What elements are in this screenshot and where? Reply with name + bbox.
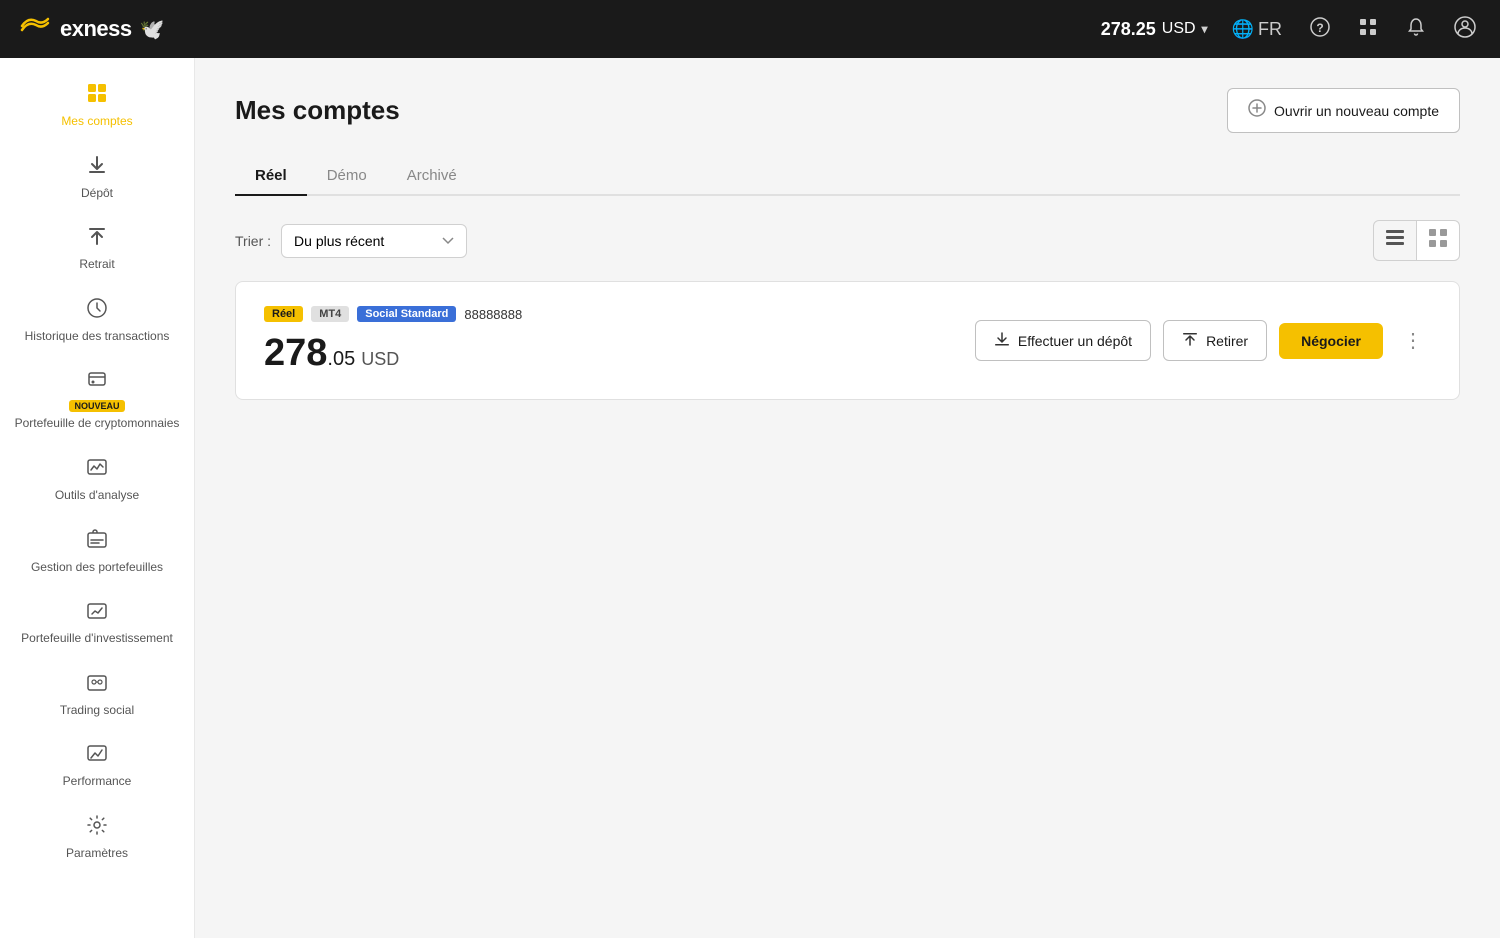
- tabs-bar: Réel Démo Archivé: [235, 157, 1460, 196]
- toolbar: Trier : Du plus récent Du plus ancien Ba…: [235, 220, 1460, 261]
- main-content: Mes comptes Ouvrir un nouveau compte Rée…: [195, 58, 1500, 938]
- parametres-icon: [86, 814, 108, 842]
- lang-label: FR: [1258, 19, 1282, 40]
- sidebar-item-trading-social[interactable]: Trading social: [0, 659, 194, 731]
- main-layout: Mes comptes Dépôt Retrait: [0, 58, 1500, 938]
- sidebar-item-retrait[interactable]: Retrait: [0, 213, 194, 285]
- logo-icon: [20, 15, 52, 43]
- header-right: 278.25 USD ▾ 🌐 FR ?: [1101, 12, 1480, 47]
- grid-view-button[interactable]: [1417, 220, 1460, 261]
- view-toggle: [1373, 220, 1460, 261]
- sidebar-item-investissement[interactable]: Portefeuille d'investissement: [0, 587, 194, 659]
- sidebar-item-parametres[interactable]: Paramètres: [0, 802, 194, 874]
- sidebar: Mes comptes Dépôt Retrait: [0, 58, 195, 938]
- open-account-button[interactable]: Ouvrir un nouveau compte: [1227, 88, 1460, 133]
- sidebar-item-performance[interactable]: Performance: [0, 730, 194, 802]
- list-view-button[interactable]: [1373, 220, 1417, 261]
- trading-social-icon: [86, 671, 108, 699]
- more-dots-icon: ⋮: [1403, 330, 1423, 352]
- bell-icon: [1406, 17, 1426, 42]
- more-options-button[interactable]: ⋮: [1395, 324, 1431, 357]
- mes-comptes-icon: [86, 82, 108, 110]
- deposit-button[interactable]: Effectuer un dépôt: [975, 320, 1151, 361]
- trade-button[interactable]: Négocier: [1279, 323, 1383, 359]
- new-badge: NOUVEAU: [69, 400, 124, 412]
- header-balance[interactable]: 278.25 USD ▾: [1101, 19, 1208, 40]
- notifications-button[interactable]: [1402, 13, 1430, 46]
- deposit-icon: [994, 331, 1010, 350]
- logo-bird-icon: 🕊️: [140, 17, 165, 42]
- tab-reel[interactable]: Réel: [235, 157, 307, 196]
- help-icon: ?: [1310, 17, 1330, 42]
- account-actions: Effectuer un dépôt Retirer Négocier ⋮: [975, 320, 1431, 361]
- sidebar-label-performance: Performance: [63, 774, 132, 790]
- page-title: Mes comptes: [235, 95, 400, 126]
- performance-icon: [86, 742, 108, 770]
- list-icon: [1386, 233, 1404, 250]
- sidebar-item-mes-comptes[interactable]: Mes comptes: [0, 70, 194, 142]
- profile-button[interactable]: [1450, 12, 1480, 47]
- balance-main: 278: [264, 332, 327, 375]
- withdraw-icon: [1182, 331, 1198, 350]
- trade-label: Négocier: [1301, 333, 1361, 349]
- balance-cents: .05: [327, 348, 355, 371]
- sidebar-label-parametres: Paramètres: [66, 846, 128, 862]
- crypto-icon: [86, 368, 108, 396]
- historique-icon: [86, 297, 108, 325]
- depot-icon: [86, 154, 108, 182]
- sidebar-item-outils[interactable]: Outils d'analyse: [0, 444, 194, 516]
- page-header: Mes comptes Ouvrir un nouveau compte: [235, 88, 1460, 133]
- account-left: Réel MT4 Social Standard 88888888 278 .0…: [264, 306, 522, 375]
- balance-chevron-icon: ▾: [1202, 22, 1208, 36]
- sidebar-label-mes-comptes: Mes comptes: [61, 114, 132, 130]
- header: exness 🕊️ 278.25 USD ▾ 🌐 FR ?: [0, 0, 1500, 58]
- globe-icon: 🌐: [1232, 19, 1254, 40]
- logo-area: exness 🕊️: [20, 15, 165, 43]
- svg-text:?: ?: [1316, 21, 1323, 35]
- account-card: Réel MT4 Social Standard 88888888 278 .0…: [235, 281, 1460, 400]
- withdraw-button[interactable]: Retirer: [1163, 320, 1267, 361]
- tab-archive[interactable]: Archivé: [387, 157, 477, 196]
- user-icon: [1454, 16, 1476, 43]
- account-balance: 278 .05 USD: [264, 332, 522, 375]
- gestion-icon: [86, 528, 108, 556]
- sidebar-label-crypto: Portefeuille de cryptomonnaies: [15, 416, 180, 432]
- sidebar-item-depot[interactable]: Dépôt: [0, 142, 194, 214]
- sort-area: Trier : Du plus récent Du plus ancien Ba…: [235, 224, 467, 258]
- sort-select[interactable]: Du plus récent Du plus ancien Balance (c…: [281, 224, 467, 258]
- withdraw-label: Retirer: [1206, 333, 1248, 349]
- plus-icon: [1248, 99, 1266, 122]
- sidebar-label-trading-social: Trading social: [60, 703, 134, 719]
- sidebar-item-historique[interactable]: Historique des transactions: [0, 285, 194, 357]
- tab-demo[interactable]: Démo: [307, 157, 387, 196]
- help-button[interactable]: ?: [1306, 13, 1334, 46]
- sidebar-label-outils: Outils d'analyse: [55, 488, 139, 504]
- grid-icon: [1429, 234, 1447, 251]
- globe-button[interactable]: 🌐 FR: [1228, 15, 1286, 44]
- sort-label: Trier :: [235, 233, 271, 249]
- outils-icon: [86, 456, 108, 484]
- tag-social-standard: Social Standard: [357, 306, 456, 322]
- logo-text: exness: [60, 16, 132, 42]
- balance-amount: 278.25: [1101, 19, 1156, 40]
- tag-mt4: MT4: [311, 306, 349, 322]
- balance-currency-label: USD: [361, 349, 399, 370]
- open-account-label: Ouvrir un nouveau compte: [1274, 103, 1439, 119]
- sidebar-item-crypto[interactable]: NOUVEAU Portefeuille de cryptomonnaies: [0, 356, 194, 444]
- tag-reel: Réel: [264, 306, 303, 322]
- sidebar-label-investissement: Portefeuille d'investissement: [21, 631, 173, 647]
- apps-grid-icon: [1358, 17, 1378, 42]
- sidebar-label-retrait: Retrait: [79, 257, 114, 273]
- account-tags: Réel MT4 Social Standard 88888888: [264, 306, 522, 322]
- sidebar-label-historique: Historique des transactions: [25, 329, 170, 345]
- retrait-icon: [86, 225, 108, 253]
- sidebar-item-gestion[interactable]: Gestion des portefeuilles: [0, 516, 194, 588]
- apps-button[interactable]: [1354, 13, 1382, 46]
- account-number: 88888888: [464, 307, 522, 322]
- sidebar-label-depot: Dépôt: [81, 186, 113, 202]
- deposit-label: Effectuer un dépôt: [1018, 333, 1132, 349]
- sidebar-label-gestion: Gestion des portefeuilles: [31, 560, 163, 576]
- balance-currency: USD: [1162, 20, 1196, 38]
- investissement-icon: [86, 599, 108, 627]
